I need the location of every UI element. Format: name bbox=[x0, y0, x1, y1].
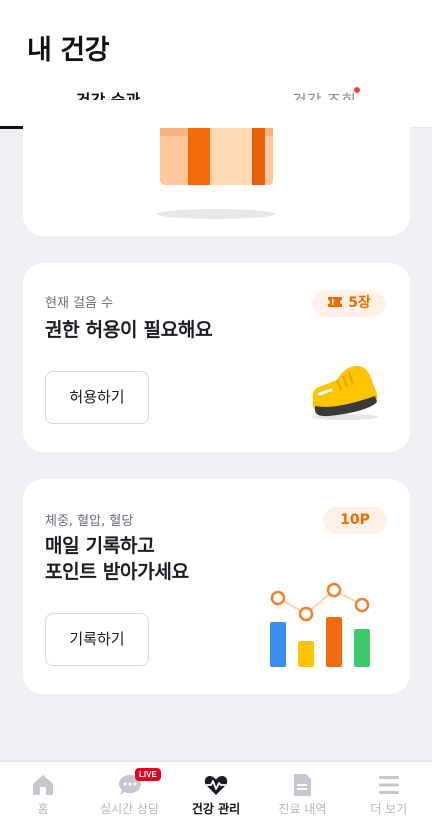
home-icon bbox=[33, 775, 54, 795]
card-title-line2: 포인트 받아가세요 bbox=[45, 561, 189, 583]
page-title: 내 건강 bbox=[27, 35, 109, 66]
record-button[interactable]: 기록하기 bbox=[45, 613, 149, 666]
health-record-card: 체중, 혈압, 혈당 매일 기록하고 포인트 받아가세요 10P 기록하기 bbox=[23, 479, 410, 694]
bottom-navigation: 홈 실시간 상담 LIVE 건강 관리 진료 내역 더 보기 bbox=[0, 761, 432, 819]
gift-box-card[interactable] bbox=[23, 100, 410, 236]
nav-label: 홈 bbox=[37, 802, 49, 816]
card-title: 권한 허용이 필요해요 bbox=[45, 319, 213, 341]
card-subtitle: 체중, 혈압, 혈당 bbox=[45, 514, 134, 529]
nav-item-home[interactable]: 홈 bbox=[0, 762, 86, 819]
heart-pulse-icon bbox=[204, 775, 228, 795]
nav-label: 진료 내역 bbox=[278, 802, 327, 816]
allow-permission-button[interactable]: 허용하기 bbox=[45, 371, 149, 424]
nav-item-health-management[interactable]: 건강 관리 bbox=[173, 762, 259, 819]
sneaker-icon bbox=[312, 366, 378, 420]
new-notification-dot bbox=[354, 87, 360, 93]
coupon-badge: 5장 bbox=[312, 290, 386, 317]
gift-box-icon bbox=[157, 128, 275, 219]
nav-item-more[interactable]: 더 보기 bbox=[346, 762, 432, 819]
bar-chart-icon bbox=[270, 582, 370, 667]
card-title-line1: 매일 기록하고 bbox=[45, 535, 155, 557]
nav-item-treatment-history[interactable]: 진료 내역 bbox=[259, 762, 345, 819]
ticket-icon bbox=[328, 297, 343, 307]
point-badge: 10P bbox=[323, 507, 387, 534]
menu-icon bbox=[378, 776, 399, 794]
coupon-count: 5장 bbox=[348, 295, 371, 311]
nav-label: 더 보기 bbox=[370, 802, 408, 816]
card-subtitle: 현재 걸음 수 bbox=[45, 296, 114, 311]
nav-label: 건강 관리 bbox=[191, 802, 241, 816]
live-badge: LIVE bbox=[135, 768, 161, 781]
document-icon bbox=[294, 774, 312, 796]
nav-label: 실시간 상담 bbox=[100, 802, 160, 816]
step-count-card: 현재 걸음 수 권한 허용이 필요해요 5장 허용하기 bbox=[23, 263, 410, 452]
